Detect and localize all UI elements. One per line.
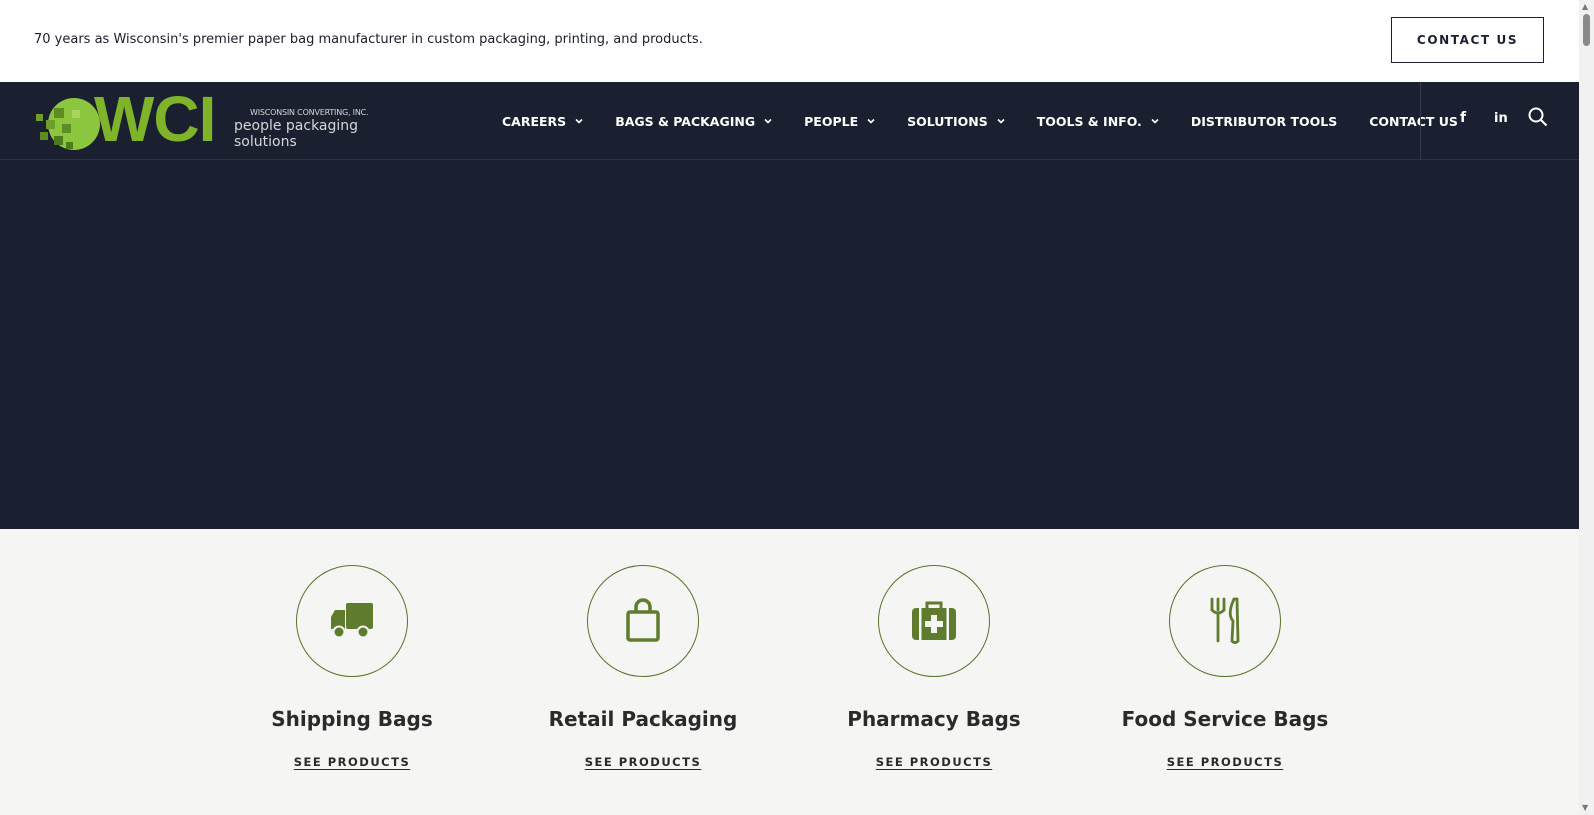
nav-item-people[interactable]: PEOPLE	[804, 114, 875, 129]
tagline: 70 years as Wisconsin's premier paper ba…	[34, 32, 703, 47]
chevron-down-icon	[867, 118, 875, 124]
nav-item-tools-info[interactable]: TOOLS & INFO.	[1037, 114, 1159, 129]
chevron-down-icon	[997, 118, 1005, 124]
nav-item-distributor-tools[interactable]: DISTRIBUTOR TOOLS	[1191, 114, 1337, 129]
category-shipping-bags: Shipping Bags SEE PRODUCTS	[202, 565, 502, 770]
main-navigation: WCI WISCONSIN CONVERTING, INC. people pa…	[0, 82, 1579, 160]
product-categories: Shipping Bags SEE PRODUCTS Retail Packag…	[0, 529, 1579, 815]
nav-item-solutions[interactable]: SOLUTIONS	[907, 114, 1005, 129]
hero-banner	[0, 160, 1579, 529]
page-scrollbar[interactable]: ▲ ▼	[1579, 0, 1594, 815]
nav-item-careers[interactable]: CAREERS	[502, 114, 583, 129]
category-icon-circle[interactable]	[1169, 565, 1281, 677]
contact-us-button[interactable]: CONTACT US	[1391, 17, 1544, 63]
chevron-down-icon	[1151, 118, 1159, 124]
facebook-icon[interactable]: f	[1460, 110, 1466, 126]
nav-item-contact-us[interactable]: CONTACT US	[1369, 114, 1458, 129]
nav-item-label: TOOLS & INFO.	[1036, 113, 1142, 129]
top-announcement-bar: 70 years as Wisconsin's premier paper ba…	[0, 0, 1579, 82]
chevron-down-icon	[764, 118, 772, 124]
scroll-up-arrow-icon[interactable]: ▲	[1582, 2, 1588, 11]
wci-logo[interactable]: WCI WISCONSIN CONVERTING, INC. people pa…	[32, 83, 412, 155]
nav-item-label: BAGS & PACKAGING	[615, 113, 756, 129]
nav-item-label: CONTACT US	[1369, 113, 1458, 129]
nav-item-label: PEOPLE	[804, 113, 859, 129]
linkedin-icon[interactable]: in	[1494, 111, 1508, 126]
category-title: Retail Packaging	[548, 707, 738, 731]
see-products-link[interactable]: SEE PRODUCTS	[585, 755, 702, 769]
category-icon-circle[interactable]	[296, 565, 408, 677]
category-title: Shipping Bags	[271, 707, 433, 731]
nav-item-bags-packaging[interactable]: BAGS & PACKAGING	[615, 114, 772, 129]
nav-menu: CAREERS BAGS & PACKAGING PEOPLE SOLUTIONS TO…	[502, 82, 1490, 160]
category-title: Pharmacy Bags	[847, 707, 1021, 731]
chevron-down-icon	[575, 118, 583, 124]
scroll-down-arrow-icon[interactable]: ▼	[1582, 803, 1588, 812]
category-food-service-bags: Food Service Bags SEE PRODUCTS	[1075, 565, 1375, 770]
nav-item-label: SOLUTIONS	[907, 113, 988, 129]
see-products-link[interactable]: SEE PRODUCTS	[294, 755, 411, 769]
see-products-link[interactable]: SEE PRODUCTS	[1167, 755, 1284, 769]
search-icon[interactable]	[1528, 107, 1548, 131]
truck-icon	[331, 603, 373, 639]
category-icon-circle[interactable]	[587, 565, 699, 677]
logo-company: WISCONSIN CONVERTING, INC.	[250, 108, 369, 117]
nav-divider	[1420, 82, 1421, 160]
nav-item-label: DISTRIBUTOR TOOLS	[1190, 113, 1338, 129]
nav-item-label: CAREERS	[502, 113, 567, 129]
category-icon-circle[interactable]	[878, 565, 990, 677]
logo-slogan: people packaging solutions	[234, 118, 359, 150]
category-retail-packaging: Retail Packaging SEE PRODUCTS	[493, 565, 793, 770]
category-title: Food Service Bags	[1121, 707, 1329, 731]
logo-mark: WCI	[94, 83, 216, 155]
see-products-link[interactable]: SEE PRODUCTS	[876, 755, 993, 769]
category-pharmacy-bags: Pharmacy Bags SEE PRODUCTS	[784, 565, 1084, 770]
fork-knife-icon	[1210, 597, 1240, 644]
scrollbar-thumb[interactable]	[1583, 14, 1590, 46]
shopping-bag-icon	[626, 598, 660, 642]
medical-kit-icon	[912, 601, 956, 640]
